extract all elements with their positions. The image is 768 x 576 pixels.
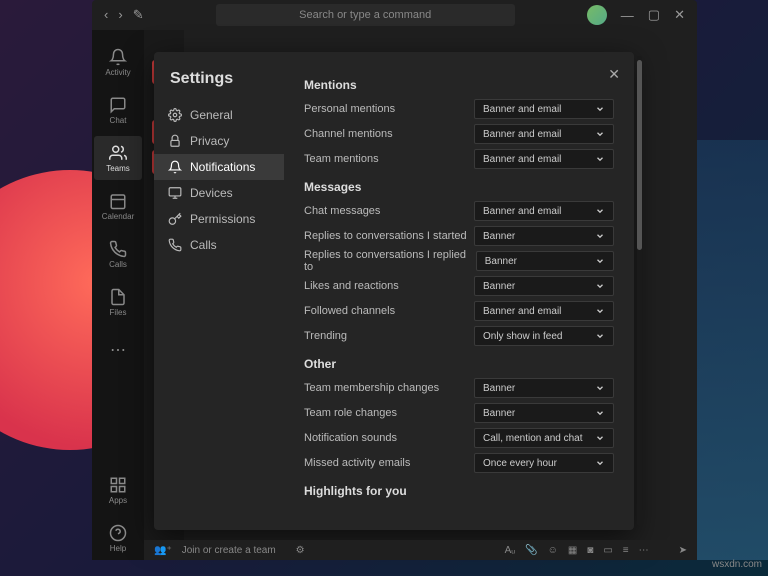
monitor-icon bbox=[168, 186, 182, 200]
rail-more[interactable]: ⋯ bbox=[94, 328, 142, 372]
nav-permissions[interactable]: Permissions bbox=[154, 206, 284, 232]
rail-calendar[interactable]: Calendar bbox=[94, 184, 142, 228]
chevron-down-icon bbox=[595, 281, 605, 291]
chevron-down-icon bbox=[595, 104, 605, 114]
label-role: Team role changes bbox=[304, 407, 397, 419]
back-button[interactable]: ‹ bbox=[104, 7, 108, 23]
bottom-bar: 👥⁺ Join or create a team ⚙ Aᵤ 📎 ☺ ▦ ◙ ▭ … bbox=[144, 540, 697, 560]
attach-icon[interactable]: 📎 bbox=[525, 545, 537, 556]
dropdown-channel-mentions[interactable]: Banner and email bbox=[474, 124, 614, 144]
chevron-down-icon bbox=[595, 458, 605, 468]
label-sounds: Notification sounds bbox=[304, 432, 397, 444]
join-team-link[interactable]: Join or create a team bbox=[182, 545, 276, 556]
dropdown-missed[interactable]: Once every hour bbox=[474, 453, 614, 473]
label-chat-messages: Chat messages bbox=[304, 205, 380, 217]
settings-modal: ✕ Settings General Privacy Notifications… bbox=[154, 52, 634, 530]
rail-files[interactable]: Files bbox=[94, 280, 142, 324]
chevron-down-icon bbox=[595, 306, 605, 316]
nav-notifications[interactable]: Notifications bbox=[154, 154, 284, 180]
dropdown-followed[interactable]: Banner and email bbox=[474, 301, 614, 321]
new-note-button[interactable]: ✎ bbox=[133, 7, 144, 23]
chevron-down-icon bbox=[595, 129, 605, 139]
dropdown-trending[interactable]: Only show in feed bbox=[474, 326, 614, 346]
label-likes: Likes and reactions bbox=[304, 280, 399, 292]
label-channel-mentions: Channel mentions bbox=[304, 128, 393, 140]
search-input[interactable]: Search or type a command bbox=[216, 4, 515, 26]
rail-teams[interactable]: Teams bbox=[94, 136, 142, 180]
settings-title: Settings bbox=[154, 70, 284, 102]
dropdown-replies-started[interactable]: Banner bbox=[474, 226, 614, 246]
rail-apps[interactable]: Apps bbox=[94, 468, 142, 512]
lock-icon bbox=[168, 134, 182, 148]
send-icon[interactable]: ➤ bbox=[679, 545, 687, 556]
close-icon[interactable]: ✕ bbox=[608, 66, 620, 83]
settings-gear-icon[interactable]: ⚙ bbox=[296, 545, 305, 556]
stream-icon[interactable]: ≡ bbox=[623, 545, 629, 556]
key-icon bbox=[168, 212, 182, 226]
chevron-down-icon bbox=[595, 231, 605, 241]
minimize-button[interactable]: — bbox=[621, 8, 634, 23]
label-team-mentions: Team mentions bbox=[304, 153, 379, 165]
meet-icon[interactable]: ▭ bbox=[603, 545, 612, 556]
label-replies-replied: Replies to conversations I replied to bbox=[304, 249, 476, 273]
nav-calls[interactable]: Calls bbox=[154, 232, 284, 258]
chevron-down-icon bbox=[595, 331, 605, 341]
forward-button[interactable]: › bbox=[118, 7, 122, 23]
format-icon[interactable]: Aᵤ bbox=[505, 545, 516, 556]
bell-icon bbox=[168, 160, 182, 174]
label-replies-started: Replies to conversations I started bbox=[304, 230, 467, 242]
section-messages: Messages bbox=[304, 180, 614, 194]
gif-icon[interactable]: ▦ bbox=[568, 545, 577, 556]
emoji-icon[interactable]: ☺ bbox=[548, 545, 558, 556]
label-followed: Followed channels bbox=[304, 305, 395, 317]
dropdown-chat-messages[interactable]: Banner and email bbox=[474, 201, 614, 221]
label-missed: Missed activity emails bbox=[304, 457, 410, 469]
chevron-down-icon bbox=[595, 206, 605, 216]
maximize-button[interactable]: ▢ bbox=[648, 7, 660, 23]
section-highlights: Highlights for you bbox=[304, 484, 614, 498]
nav-privacy[interactable]: Privacy bbox=[154, 128, 284, 154]
avatar[interactable] bbox=[587, 5, 607, 25]
rail-chat[interactable]: Chat bbox=[94, 88, 142, 132]
chevron-down-icon bbox=[595, 256, 605, 266]
dropdown-replies-replied[interactable]: Banner bbox=[476, 251, 614, 271]
watermark: wsxdn.com bbox=[712, 559, 762, 570]
dropdown-role[interactable]: Banner bbox=[474, 403, 614, 423]
close-window-button[interactable]: ✕ bbox=[674, 7, 685, 23]
section-mentions: Mentions bbox=[304, 78, 614, 92]
more-icon[interactable]: ⋯ bbox=[639, 545, 649, 556]
dropdown-team-mentions[interactable]: Banner and email bbox=[474, 149, 614, 169]
chevron-down-icon bbox=[595, 408, 605, 418]
settings-content: Mentions Personal mentions Banner and ema… bbox=[284, 52, 634, 530]
dropdown-membership[interactable]: Banner bbox=[474, 378, 614, 398]
dropdown-personal-mentions[interactable]: Banner and email bbox=[474, 99, 614, 119]
phone-icon bbox=[168, 238, 182, 252]
gear-icon bbox=[168, 108, 182, 122]
scrollbar-thumb[interactable] bbox=[637, 60, 642, 250]
settings-nav: Settings General Privacy Notifications D… bbox=[154, 52, 284, 530]
scrollbar[interactable] bbox=[637, 56, 642, 526]
chevron-down-icon bbox=[595, 154, 605, 164]
section-other: Other bbox=[304, 357, 614, 371]
sticker-icon[interactable]: ◙ bbox=[587, 545, 593, 556]
rail-calls[interactable]: Calls bbox=[94, 232, 142, 276]
chevron-down-icon bbox=[595, 383, 605, 393]
label-personal-mentions: Personal mentions bbox=[304, 103, 395, 115]
titlebar: ‹ › ✎ Search or type a command — ▢ ✕ bbox=[92, 0, 697, 30]
join-team-icon[interactable]: 👥⁺ bbox=[154, 545, 172, 556]
label-trending: Trending bbox=[304, 330, 347, 342]
rail-activity[interactable]: Activity bbox=[94, 40, 142, 84]
left-rail: Activity Chat Teams Calendar Calls Files… bbox=[92, 30, 144, 560]
label-membership: Team membership changes bbox=[304, 382, 439, 394]
chevron-down-icon bbox=[595, 433, 605, 443]
dropdown-sounds[interactable]: Call, mention and chat bbox=[474, 428, 614, 448]
rail-help[interactable]: Help bbox=[94, 516, 142, 560]
dropdown-likes[interactable]: Banner bbox=[474, 276, 614, 296]
nav-devices[interactable]: Devices bbox=[154, 180, 284, 206]
nav-general[interactable]: General bbox=[154, 102, 284, 128]
